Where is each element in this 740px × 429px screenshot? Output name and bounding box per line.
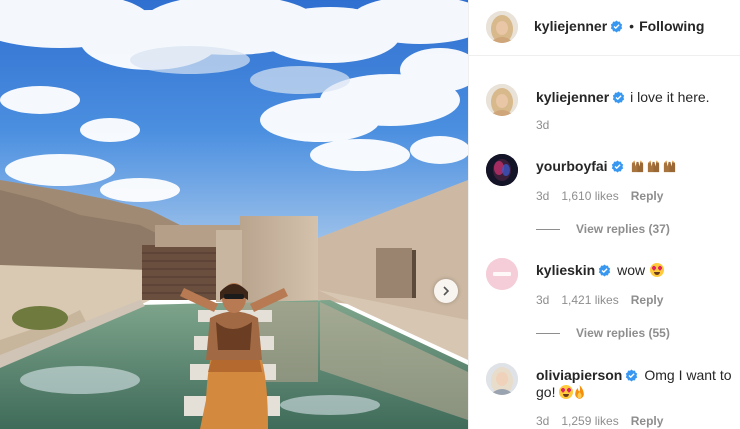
comment-meta: 3d 1,259 likes Reply <box>536 414 675 428</box>
comment-time[interactable]: 3d <box>536 293 549 307</box>
comment-row-continued: go! <box>536 384 585 400</box>
replies-divider <box>536 228 560 230</box>
comment-username[interactable]: oliviapierson <box>536 367 622 383</box>
caption-time[interactable]: 3d <box>536 118 549 132</box>
caption-text: i love it here. <box>630 89 710 105</box>
post-side-panel: kyliejenner • Following kyliejenner i lo… <box>468 0 740 429</box>
separator-dot: • <box>629 18 635 34</box>
view-replies-button[interactable]: View replies (55) <box>536 326 670 340</box>
caption-username[interactable]: kyliejenner <box>536 89 609 105</box>
raising-hands-icon <box>647 160 659 172</box>
comment-username[interactable]: kylieskin <box>536 262 595 278</box>
view-replies-button[interactable]: View replies (37) <box>536 222 670 236</box>
carousel-next-button[interactable] <box>434 279 458 303</box>
view-replies-label: View replies (37) <box>576 222 670 236</box>
post-header: kyliejenner • Following <box>469 0 740 56</box>
star-struck-icon <box>650 263 665 277</box>
comment-username[interactable]: yourboyfai <box>536 158 608 174</box>
comment-likes[interactable]: 1,259 likes <box>561 414 618 428</box>
reply-button[interactable]: Reply <box>631 293 664 307</box>
post-photo[interactable] <box>0 0 468 429</box>
author-username[interactable]: kyliejenner <box>534 18 607 34</box>
caption-avatar[interactable] <box>486 84 518 116</box>
view-replies-label: View replies (55) <box>576 326 670 340</box>
star-struck-icon <box>559 385 574 399</box>
avatar-image <box>486 258 518 290</box>
verified-badge-icon <box>613 91 625 103</box>
avatar-image <box>486 84 518 116</box>
post-image <box>0 0 468 429</box>
avatar-image <box>486 154 518 186</box>
comment-text-line2: go! <box>536 384 556 400</box>
comment-likes[interactable]: 1,421 likes <box>561 293 618 307</box>
avatar-image <box>486 11 518 43</box>
comment-avatar-yourboyfai[interactable] <box>486 154 518 186</box>
comment-emojis <box>630 159 678 174</box>
comment-row: yourboyfai <box>536 158 678 174</box>
comment-meta: 3d 1,610 likes Reply <box>536 189 675 203</box>
comment-row: kylieskin wow <box>536 262 665 278</box>
comment-avatar-kylieskin[interactable] <box>486 258 518 290</box>
comment-likes[interactable]: 1,610 likes <box>561 189 618 203</box>
comment-text: wow <box>617 262 646 278</box>
reply-button[interactable]: Reply <box>631 189 664 203</box>
header-user-row: kyliejenner • Following <box>534 18 704 34</box>
raising-hands-icon <box>663 160 675 172</box>
verified-badge-icon <box>611 20 623 32</box>
chevron-right-icon <box>443 286 450 296</box>
verified-badge-icon <box>599 264 611 276</box>
comment-time[interactable]: 3d <box>536 414 549 428</box>
avatar-image <box>486 363 518 395</box>
verified-badge-icon <box>611 160 623 172</box>
author-avatar[interactable] <box>486 11 518 43</box>
comment-time[interactable]: 3d <box>536 189 549 203</box>
comment-avatar-oliviapierson[interactable] <box>486 363 518 395</box>
caption-row: kyliejenner i love it here. <box>536 89 710 105</box>
raising-hands-icon <box>631 160 643 172</box>
comment-meta: 3d 1,421 likes Reply <box>536 293 675 307</box>
following-button[interactable]: Following <box>639 18 704 34</box>
comment-row: oliviapierson Omg I want to <box>536 367 732 383</box>
reply-button[interactable]: Reply <box>631 414 664 428</box>
replies-divider <box>536 332 560 334</box>
comment-text: Omg I want to <box>644 367 732 383</box>
fire-icon <box>575 385 585 399</box>
verified-badge-icon <box>626 369 638 381</box>
